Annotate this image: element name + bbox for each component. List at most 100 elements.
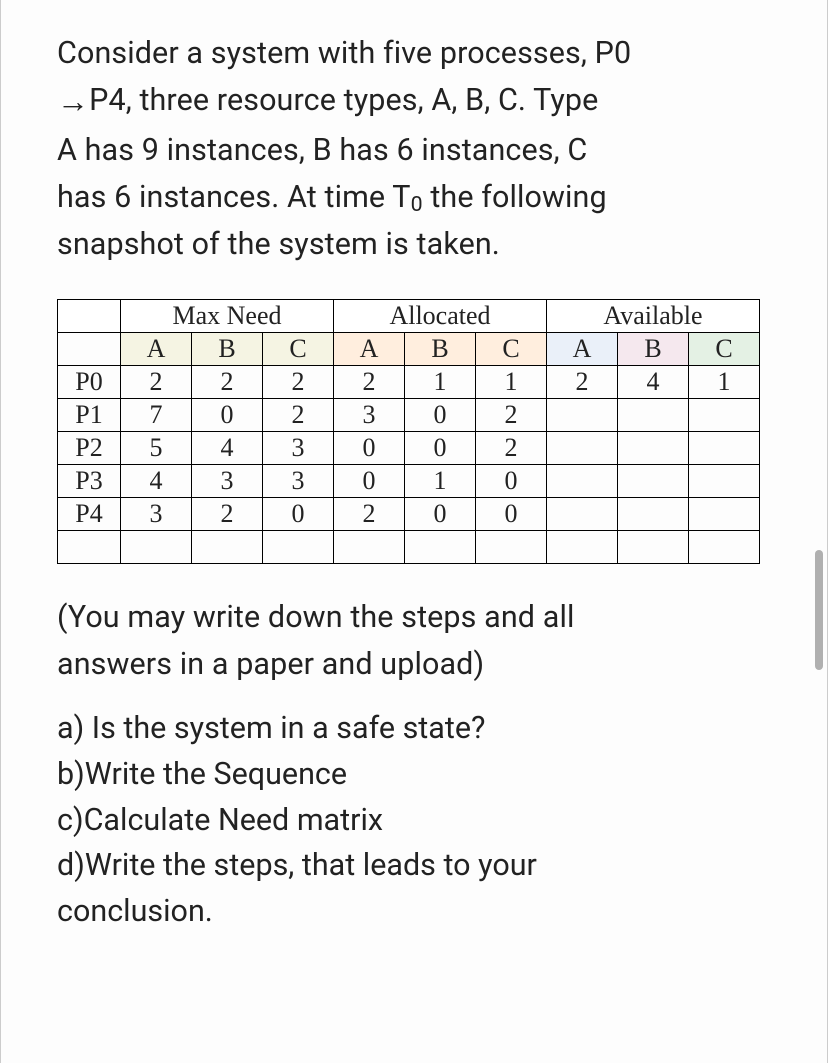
cell: 3 [334, 398, 405, 431]
document-page: Consider a system with five processes, P… [0, 0, 828, 1063]
cell: 0 [405, 398, 476, 431]
col-head: B [192, 332, 263, 365]
cell [121, 530, 192, 563]
cell [618, 398, 689, 431]
process-label: P4 [58, 497, 121, 530]
intro-line-3: A has 9 instances, B has 6 instances, C [57, 133, 587, 168]
intro-line-4a: has 6 instances. At time T [57, 180, 411, 215]
cell [618, 464, 689, 497]
cell: 4 [618, 365, 689, 398]
cell: 3 [192, 464, 263, 497]
question-d-line1: d)Write the steps, that leads to your [57, 843, 787, 889]
intro-paragraph: Consider a system with five processes, P… [57, 30, 787, 269]
cell [58, 530, 121, 563]
header-available: Available [547, 299, 760, 332]
blank-corner [58, 299, 121, 332]
resource-table: Max Need Allocated Available A B C A B C… [57, 299, 760, 564]
col-head: B [405, 332, 476, 365]
cell [689, 530, 760, 563]
table-row: P2 5 4 3 0 0 2 [58, 431, 760, 464]
table-header-groups: Max Need Allocated Available [58, 299, 760, 332]
question-d-line2: conclusion. [57, 889, 787, 935]
process-label: P3 [58, 464, 121, 497]
blank-corner-2 [58, 332, 121, 365]
question-b: b)Write the Sequence [57, 752, 787, 798]
cell: 2 [263, 398, 334, 431]
header-max-need: Max Need [121, 299, 334, 332]
cell: 1 [405, 365, 476, 398]
cell [547, 431, 618, 464]
cell: 3 [263, 464, 334, 497]
col-head: C [689, 332, 760, 365]
question-a: a) Is the system in a safe state? [57, 706, 787, 752]
col-head: A [334, 332, 405, 365]
table-header-cols: A B C A B C A B C [58, 332, 760, 365]
intro-line-2: P4, three resource types, A, B, C. Type [89, 83, 598, 118]
col-head: A [547, 332, 618, 365]
cell [405, 530, 476, 563]
cell: 2 [121, 365, 192, 398]
header-allocated: Allocated [334, 299, 547, 332]
cell [334, 530, 405, 563]
table-row: P3 4 3 3 0 1 0 [58, 464, 760, 497]
col-head: C [476, 332, 547, 365]
cell [689, 497, 760, 530]
col-head: C [263, 332, 334, 365]
question-c: c)Calculate Need matrix [57, 798, 787, 844]
note-line-1: (You may write down the steps and all [57, 600, 574, 635]
cell [618, 497, 689, 530]
col-head: B [618, 332, 689, 365]
cell: 1 [476, 365, 547, 398]
table-row: P0 2 2 2 2 1 1 2 4 1 [58, 365, 760, 398]
cell: 0 [192, 398, 263, 431]
cell [476, 530, 547, 563]
upload-note: (You may write down the steps and all an… [57, 594, 787, 689]
cell: 2 [476, 398, 547, 431]
cell: 4 [192, 431, 263, 464]
note-line-2: answers in a paper and upload) [57, 647, 484, 682]
cell [618, 530, 689, 563]
cell: 2 [334, 365, 405, 398]
cell: 0 [476, 464, 547, 497]
cell [689, 464, 760, 497]
cell: 3 [121, 497, 192, 530]
cell: 2 [334, 497, 405, 530]
process-label: P0 [58, 365, 121, 398]
cell [547, 497, 618, 530]
cell: 0 [405, 431, 476, 464]
cell [263, 530, 334, 563]
subscript-zero: 0 [411, 192, 423, 217]
process-label: P2 [58, 431, 121, 464]
cell: 1 [405, 464, 476, 497]
cell: 2 [192, 365, 263, 398]
cell: 2 [476, 431, 547, 464]
cell: 2 [192, 497, 263, 530]
intro-line-4b: the following [423, 180, 607, 215]
table-row: P4 3 2 0 2 0 0 [58, 497, 760, 530]
cell: 0 [334, 431, 405, 464]
cell: 5 [121, 431, 192, 464]
questions-block: a) Is the system in a safe state? b)Writ… [57, 706, 787, 935]
scrollbar-thumb[interactable] [815, 550, 823, 670]
process-label: P1 [58, 398, 121, 431]
cell [192, 530, 263, 563]
cell: 7 [121, 398, 192, 431]
cell [689, 431, 760, 464]
cell: 2 [263, 365, 334, 398]
table-row-empty [58, 530, 760, 563]
cell: 0 [334, 464, 405, 497]
intro-line-1: Consider a system with five processes, P… [57, 36, 631, 71]
cell: 3 [263, 431, 334, 464]
cell: 0 [405, 497, 476, 530]
cell: 0 [263, 497, 334, 530]
cell [547, 398, 618, 431]
table-row: P1 7 0 2 3 0 2 [58, 398, 760, 431]
cell: 2 [547, 365, 618, 398]
col-head: A [121, 332, 192, 365]
cell [618, 431, 689, 464]
intro-line-5: snapshot of the system is taken. [57, 227, 500, 262]
cell: 4 [121, 464, 192, 497]
resource-table-wrapper: Max Need Allocated Available A B C A B C… [57, 299, 787, 564]
cell: 1 [689, 365, 760, 398]
cell [547, 464, 618, 497]
